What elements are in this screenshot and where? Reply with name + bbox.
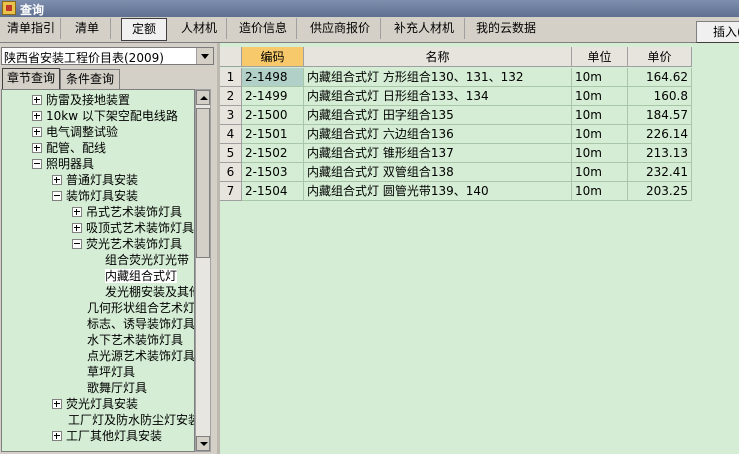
chevron-down-icon[interactable]	[196, 48, 213, 64]
column-header-name[interactable]: 名称	[304, 47, 572, 67]
tree-node[interactable]: 草坪灯具	[87, 364, 135, 380]
tab-quota[interactable]: 定额	[121, 18, 167, 41]
left-pane: 陕西省安装工程价目表(2009) 章节查询 条件查询 防雷及接地装置 10kw …	[0, 43, 218, 454]
expand-icon[interactable]	[72, 207, 82, 217]
tree-node[interactable]: 荧光艺术装饰灯具	[72, 236, 182, 252]
tree-node[interactable]: 10kw 以下架空配电线路	[32, 108, 178, 124]
insert-button[interactable]: 插入(I	[696, 21, 739, 43]
tree-node[interactable]: 几何形状组合艺术灯具	[87, 300, 194, 316]
tree-node[interactable]: 工厂灯及防水防尘灯安装	[68, 412, 194, 428]
column-header-unit[interactable]: 单位	[572, 47, 628, 67]
tab-bill-guide[interactable]: 清单指引	[2, 18, 61, 39]
tab-condition-query[interactable]: 条件查询	[60, 69, 120, 89]
expand-icon[interactable]	[32, 111, 42, 121]
collapse-icon[interactable]	[32, 159, 42, 169]
tree-node[interactable]: 组合荧光灯光带	[105, 252, 189, 268]
window-title: 查询	[20, 3, 45, 17]
tree-node[interactable]: 歌舞厅灯具	[87, 380, 147, 396]
chapter-tree: 防雷及接地装置 10kw 以下架空配电线路 电气调整试验 配管、配线 照明器具 …	[1, 89, 195, 452]
tab-chapter-query[interactable]: 章节查询	[2, 68, 60, 89]
tab-bill[interactable]: 清单	[64, 18, 111, 39]
expand-icon[interactable]	[32, 95, 42, 105]
scroll-up-icon[interactable]	[196, 90, 210, 105]
collapse-icon[interactable]	[72, 239, 82, 249]
scroll-down-icon[interactable]	[196, 436, 210, 451]
scrollbar-thumb[interactable]	[196, 108, 210, 258]
app-icon	[2, 1, 16, 15]
library-select-value: 陕西省安装工程价目表(2009)	[4, 51, 164, 65]
tree-node[interactable]: 标志、诱导装饰灯具	[87, 316, 194, 332]
expand-icon[interactable]	[32, 143, 42, 153]
row-number-header	[220, 47, 242, 67]
collapse-icon[interactable]	[52, 191, 62, 201]
tab-price-info[interactable]: 造价信息	[230, 18, 297, 39]
tree-node[interactable]: 发光棚安装及其他	[105, 284, 194, 300]
tree-node[interactable]: 照明器具	[32, 156, 94, 172]
tab-supplementary-lmm[interactable]: 补充人材机	[384, 18, 465, 39]
tab-supplier-quote[interactable]: 供应商报价	[300, 18, 381, 39]
tree-node[interactable]: 电气调整试验	[32, 124, 118, 140]
expand-icon[interactable]	[52, 399, 62, 409]
quota-table: 编码 名称 单位 单价 1 2-1498 内藏组合式灯 方形组合130、131、…	[220, 43, 739, 454]
column-header-price[interactable]: 单价	[628, 47, 692, 67]
tree-scrollbar[interactable]	[195, 89, 211, 452]
tree-node[interactable]: 防雷及接地装置	[32, 92, 130, 108]
expand-icon[interactable]	[52, 431, 62, 441]
tree-node[interactable]: 普通灯具安装	[52, 172, 138, 188]
tree-node-selected[interactable]: 内藏组合式灯	[105, 268, 178, 284]
tree-node[interactable]: 工厂其他灯具安装	[52, 428, 162, 444]
tree-node[interactable]: 配管、配线	[32, 140, 106, 156]
column-header-code[interactable]: 编码	[242, 47, 304, 67]
expand-icon[interactable]	[32, 127, 42, 137]
title-bar: 查询	[0, 0, 739, 17]
expand-icon[interactable]	[52, 175, 62, 185]
expand-icon[interactable]	[72, 223, 82, 233]
tree-node[interactable]: 装饰灯具安装	[52, 188, 138, 204]
tree-node[interactable]: 点光源艺术装饰灯具	[87, 348, 194, 364]
tree-node[interactable]: 吊式艺术装饰灯具	[72, 204, 182, 220]
tab-labor-material-machine[interactable]: 人材机	[172, 18, 227, 39]
library-select[interactable]: 陕西省安装工程价目表(2009)	[1, 47, 214, 65]
tree-node[interactable]: 水下艺术装饰灯具	[87, 332, 183, 348]
tree-node[interactable]: 吸顶式艺术装饰灯具	[72, 220, 194, 236]
tab-my-cloud-data[interactable]: 我的云数据	[466, 18, 546, 39]
main-tab-bar: 清单指引 清单 定额 人材机 造价信息 供应商报价 补充人材机 我的云数据	[0, 17, 739, 43]
tree-node[interactable]: 荧光灯具安装	[52, 396, 138, 412]
